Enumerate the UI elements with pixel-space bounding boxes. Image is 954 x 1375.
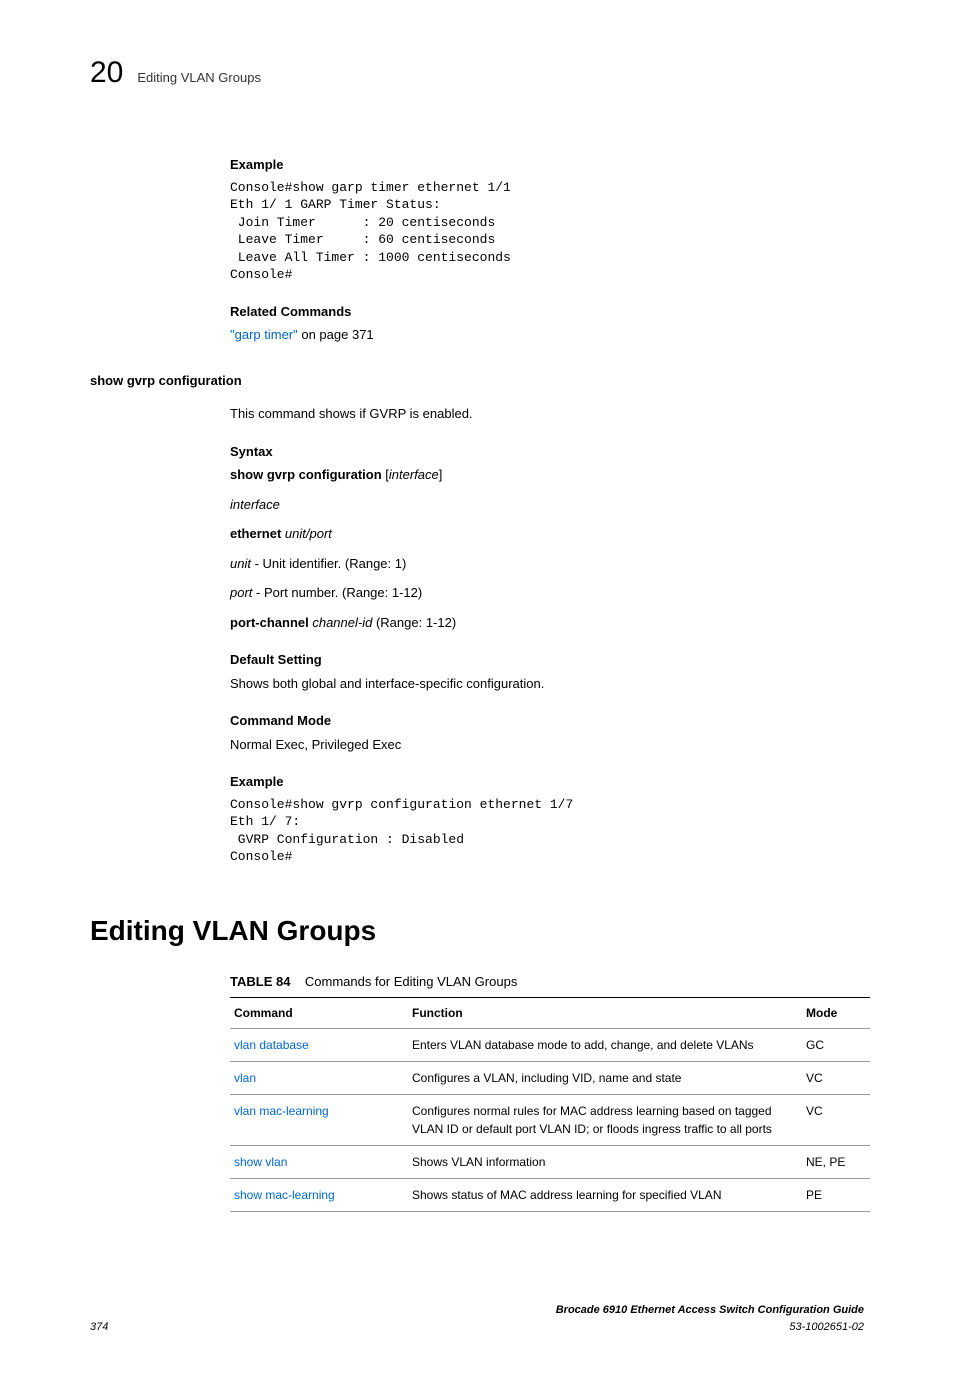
cmd-func: Configures normal rules for MAC address … [408, 1095, 802, 1146]
cmd-mode: GC [802, 1029, 870, 1062]
cmd-link[interactable]: show vlan [234, 1155, 287, 1169]
default-setting-text: Shows both global and interface-specific… [230, 674, 864, 694]
cmd-func: Configures a VLAN, including VID, name a… [408, 1062, 802, 1095]
syntax-unit: unit - Unit identifier. (Range: 1) [230, 554, 864, 574]
syntax-cmd-bold: show gvrp configuration [230, 467, 382, 482]
table-label: TABLE 84 [230, 974, 290, 989]
page-header: 20 Editing VLAN Groups [90, 50, 864, 95]
syntax-pc-desc: (Range: 1-12) [372, 615, 456, 630]
related-command-link[interactable]: "garp timer" [230, 327, 298, 342]
syntax-pc-em: channel-id [309, 615, 373, 630]
command-mode-heading: Command Mode [230, 711, 864, 731]
table-caption-text: Commands for Editing VLAN Groups [305, 974, 517, 989]
syntax-interface: interface [230, 495, 864, 515]
syntax-heading: Syntax [230, 442, 864, 462]
example-heading-2: Example [230, 772, 864, 792]
cmd-link[interactable]: vlan database [234, 1038, 309, 1052]
cmd-mode: NE, PE [802, 1146, 870, 1179]
syntax-cmd-rest: [interface] [382, 467, 443, 482]
chapter-number: 20 [90, 50, 123, 95]
cmd-func: Enters VLAN database mode to add, change… [408, 1029, 802, 1062]
page-footer: 374 Brocade 6910 Ethernet Access Switch … [90, 1302, 864, 1335]
command-mode-text: Normal Exec, Privileged Exec [230, 735, 864, 755]
cmd-mode: PE [802, 1179, 870, 1212]
command-description: This command shows if GVRP is enabled. [230, 404, 864, 424]
table-header-mode: Mode [802, 998, 870, 1029]
table-row: vlan Configures a VLAN, including VID, n… [230, 1062, 870, 1095]
doc-title-block: Brocade 6910 Ethernet Access Switch Conf… [556, 1302, 864, 1335]
doc-title: Brocade 6910 Ethernet Access Switch Conf… [556, 1302, 864, 1319]
cmd-link[interactable]: vlan [234, 1071, 256, 1085]
syntax-unit-desc: - Unit identifier. (Range: 1) [251, 556, 406, 571]
table-row: vlan database Enters VLAN database mode … [230, 1029, 870, 1062]
page-content: Example Console#show garp timer ethernet… [230, 155, 864, 1212]
table-header-function: Function [408, 998, 802, 1029]
syntax-port: port - Port number. (Range: 1-12) [230, 583, 864, 603]
syntax-unit-em: unit [230, 556, 251, 571]
syntax-port-em: port [230, 585, 252, 600]
cmd-link[interactable]: vlan mac-learning [234, 1104, 329, 1118]
table-caption: TABLE 84 Commands for Editing VLAN Group… [230, 972, 864, 992]
doc-number: 53-1002651-02 [556, 1319, 864, 1336]
cmd-mode: VC [802, 1062, 870, 1095]
default-setting-heading: Default Setting [230, 650, 864, 670]
syntax-portchannel: port-channel channel-id (Range: 1-12) [230, 613, 864, 633]
related-command-rest: on page 371 [298, 327, 374, 342]
command-name-heading: show gvrp configuration [90, 371, 864, 391]
cmd-mode: VC [802, 1095, 870, 1146]
cmd-func: Shows VLAN information [408, 1146, 802, 1179]
table-row: show mac-learning Shows status of MAC ad… [230, 1179, 870, 1212]
syntax-ethernet-rest: unit/port [281, 526, 332, 541]
syntax-interface-em: interface [389, 467, 439, 482]
syntax-ethernet: ethernet unit/port [230, 524, 864, 544]
syntax-pc-bold: port-channel [230, 615, 309, 630]
page-number: 374 [90, 1319, 108, 1336]
syntax-ethernet-bold: ethernet [230, 526, 281, 541]
example-heading-1: Example [230, 155, 864, 175]
syntax-interface-em2: interface [230, 497, 280, 512]
syntax-line: show gvrp configuration [interface] [230, 465, 864, 485]
syntax-port-desc: - Port number. (Range: 1-12) [252, 585, 422, 600]
cmd-link[interactable]: show mac-learning [234, 1188, 335, 1202]
related-commands-heading: Related Commands [230, 302, 864, 322]
table-header-command: Command [230, 998, 408, 1029]
commands-table: Command Function Mode vlan database Ente… [230, 997, 870, 1212]
chapter-title: Editing VLAN Groups [137, 68, 261, 88]
console-output-1: Console#show garp timer ethernet 1/1 Eth… [230, 179, 864, 284]
console-output-2: Console#show gvrp configuration ethernet… [230, 796, 864, 866]
cmd-func: Shows status of MAC address learning for… [408, 1179, 802, 1212]
table-row: show vlan Shows VLAN information NE, PE [230, 1146, 870, 1179]
main-heading: Editing VLAN Groups [90, 910, 864, 952]
table-header-row: Command Function Mode [230, 998, 870, 1029]
related-commands-line: "garp timer" on page 371 [230, 325, 864, 345]
table-row: vlan mac-learning Configures normal rule… [230, 1095, 870, 1146]
